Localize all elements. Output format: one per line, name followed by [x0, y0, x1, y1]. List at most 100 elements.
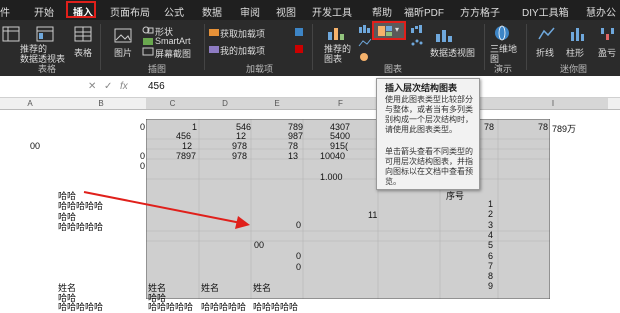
cell-b1[interactable]: 0 — [140, 122, 145, 132]
sparkline-line-icon[interactable] — [538, 26, 556, 42]
store-icon[interactable] — [208, 27, 220, 37]
sequence-cell[interactable]: 7 — [488, 261, 493, 271]
function-icon[interactable]: fx — [120, 81, 128, 92]
column-header[interactable]: B — [56, 98, 146, 109]
recommended-charts-label[interactable]: 推荐的 图表 — [324, 44, 351, 64]
picture-button-label[interactable]: 图片 — [114, 46, 132, 59]
sequence-cell[interactable]: 3 — [488, 220, 493, 230]
hierarchy-chart-button[interactable]: ▾ — [372, 21, 406, 40]
cancel-icon[interactable]: ✕ — [88, 81, 96, 92]
cell-d4[interactable]: 978 — [232, 151, 247, 161]
column-header[interactable]: I — [498, 98, 608, 109]
addin-extra-icon[interactable] — [294, 27, 304, 37]
sparkline-winloss-label[interactable]: 盈亏 — [598, 46, 616, 59]
cell-e3[interactable]: 78 — [288, 141, 298, 151]
cell-f2[interactable]: 5400 — [330, 131, 350, 141]
cell-e15[interactable]: 0 — [296, 262, 301, 272]
cell-b4[interactable]: 0 — [140, 151, 145, 161]
cell-c3[interactable]: 12 — [182, 141, 192, 151]
screenshot-icon[interactable] — [142, 47, 154, 57]
scatter-chart-icon[interactable] — [410, 38, 424, 48]
tab-page-layout[interactable]: 页面布局 — [110, 4, 150, 19]
formula-input[interactable]: 456 — [148, 81, 165, 92]
tab-file[interactable]: 件 — [0, 4, 10, 19]
table-button-label[interactable]: 表格 — [74, 46, 92, 59]
screenshot-button-label[interactable]: 屏幕截图 — [155, 47, 191, 60]
column-header[interactable]: E — [251, 98, 303, 109]
addin-extra-icon-2[interactable] — [294, 44, 304, 54]
cell-f3[interactable]: 915( — [330, 141, 348, 151]
smartart-icon[interactable] — [142, 36, 154, 46]
cell-b5[interactable]: 0 — [140, 161, 145, 171]
cell-e17[interactable]: 姓名 — [253, 281, 271, 294]
pivot-chart-icon[interactable] — [434, 26, 456, 44]
cell-c2[interactable]: 456 — [176, 131, 191, 141]
cell-f6[interactable]: 1.000 — [320, 172, 343, 182]
sequence-cell[interactable]: 8 — [488, 271, 493, 281]
cell-c1[interactable]: 1 — [192, 122, 197, 132]
cell-e14[interactable]: 0 — [296, 251, 301, 261]
cell-c13[interactable]: 00 — [254, 240, 264, 250]
pie-chart-icon[interactable] — [358, 52, 372, 62]
column-header[interactable]: A — [10, 98, 50, 109]
cell-e19[interactable]: 哈哈哈哈哈 — [253, 300, 298, 313]
pivot-chart-label[interactable]: 数据透视图 — [430, 46, 475, 59]
tab-help[interactable]: 帮助 — [372, 4, 392, 19]
cell-h1[interactable]: 78 — [484, 122, 494, 132]
cell-c19[interactable]: 哈哈哈哈哈 — [148, 300, 193, 313]
table-icon[interactable] — [74, 26, 94, 44]
tab-foxit-pdf[interactable]: 福昕PDF — [404, 4, 444, 19]
waterfall-chart-icon[interactable] — [410, 24, 424, 34]
cell-a3[interactable]: 00 — [30, 141, 40, 151]
cell-e11[interactable]: 0 — [296, 220, 301, 230]
cell-c4[interactable]: 7897 — [176, 151, 196, 161]
tab-developer[interactable]: 开发工具 — [312, 4, 352, 19]
sparkline-winloss-icon[interactable] — [600, 26, 618, 42]
sequence-cell[interactable]: 6 — [488, 251, 493, 261]
smartart-button-label[interactable]: SmartArt — [155, 36, 191, 46]
tab-formulas[interactable]: 公式 — [164, 4, 184, 19]
sequence-cell[interactable]: 9 — [488, 281, 493, 291]
map3d-label[interactable]: 三维地 图 — [490, 44, 517, 64]
tab-diy-toolbox[interactable]: DIY工具箱 — [522, 4, 569, 19]
sequence-header[interactable]: 序号 — [446, 189, 464, 202]
my-addins-label[interactable]: 我的加载项 — [220, 44, 265, 57]
line-chart-icon[interactable] — [358, 38, 372, 48]
picture-icon[interactable] — [114, 28, 134, 46]
cell-f10[interactable]: 11 — [368, 210, 377, 220]
cell-e4[interactable]: 13 — [288, 151, 298, 161]
my-addins-icon[interactable] — [208, 44, 220, 54]
cell-d2[interactable]: 12 — [236, 131, 246, 141]
globe-icon[interactable] — [492, 24, 512, 42]
tab-home[interactable]: 开始 — [34, 4, 54, 19]
sequence-cell[interactable]: 1 — [488, 199, 493, 209]
recommended-pivot-icon[interactable] — [36, 26, 56, 44]
shapes-icon[interactable] — [142, 25, 154, 35]
sequence-cell[interactable]: 4 — [488, 230, 493, 240]
cell-f4[interactable]: 10040 — [320, 151, 345, 161]
sequence-cell[interactable]: 5 — [488, 240, 493, 250]
tab-fangfang[interactable]: 方方格子 — [460, 4, 500, 19]
confirm-icon[interactable]: ✓ — [104, 81, 112, 92]
recommended-charts-icon[interactable] — [326, 24, 348, 42]
tab-huibangong[interactable]: 慧办公 — [586, 4, 616, 19]
tab-view[interactable]: 视图 — [276, 4, 296, 19]
column-header[interactable]: C — [146, 98, 199, 109]
pivot-table-icon[interactable] — [2, 26, 22, 44]
column-chart-icon[interactable] — [358, 24, 372, 34]
cell-d17[interactable]: 姓名 — [201, 281, 219, 294]
sequence-cell[interactable]: 2 — [488, 209, 493, 219]
recommended-pivot-label[interactable]: 推荐的 数据透视表 — [20, 44, 65, 64]
cell-d19[interactable]: 哈哈哈哈哈 — [201, 300, 246, 313]
column-header[interactable]: D — [199, 98, 251, 109]
cell-d3[interactable]: 978 — [232, 141, 247, 151]
sparkline-column-icon[interactable] — [570, 26, 588, 42]
cell-i1[interactable]: 789万 — [552, 122, 576, 135]
tab-review[interactable]: 审阅 — [240, 4, 260, 19]
sparkline-column-label[interactable]: 柱形 — [566, 46, 584, 59]
get-addins-label[interactable]: 获取加载项 — [220, 27, 265, 40]
tab-data[interactable]: 数据 — [202, 4, 222, 19]
column-header[interactable]: F — [303, 98, 378, 109]
cell-a19[interactable]: 哈哈哈哈哈 — [58, 300, 103, 313]
sparkline-line-label[interactable]: 折线 — [536, 46, 554, 59]
